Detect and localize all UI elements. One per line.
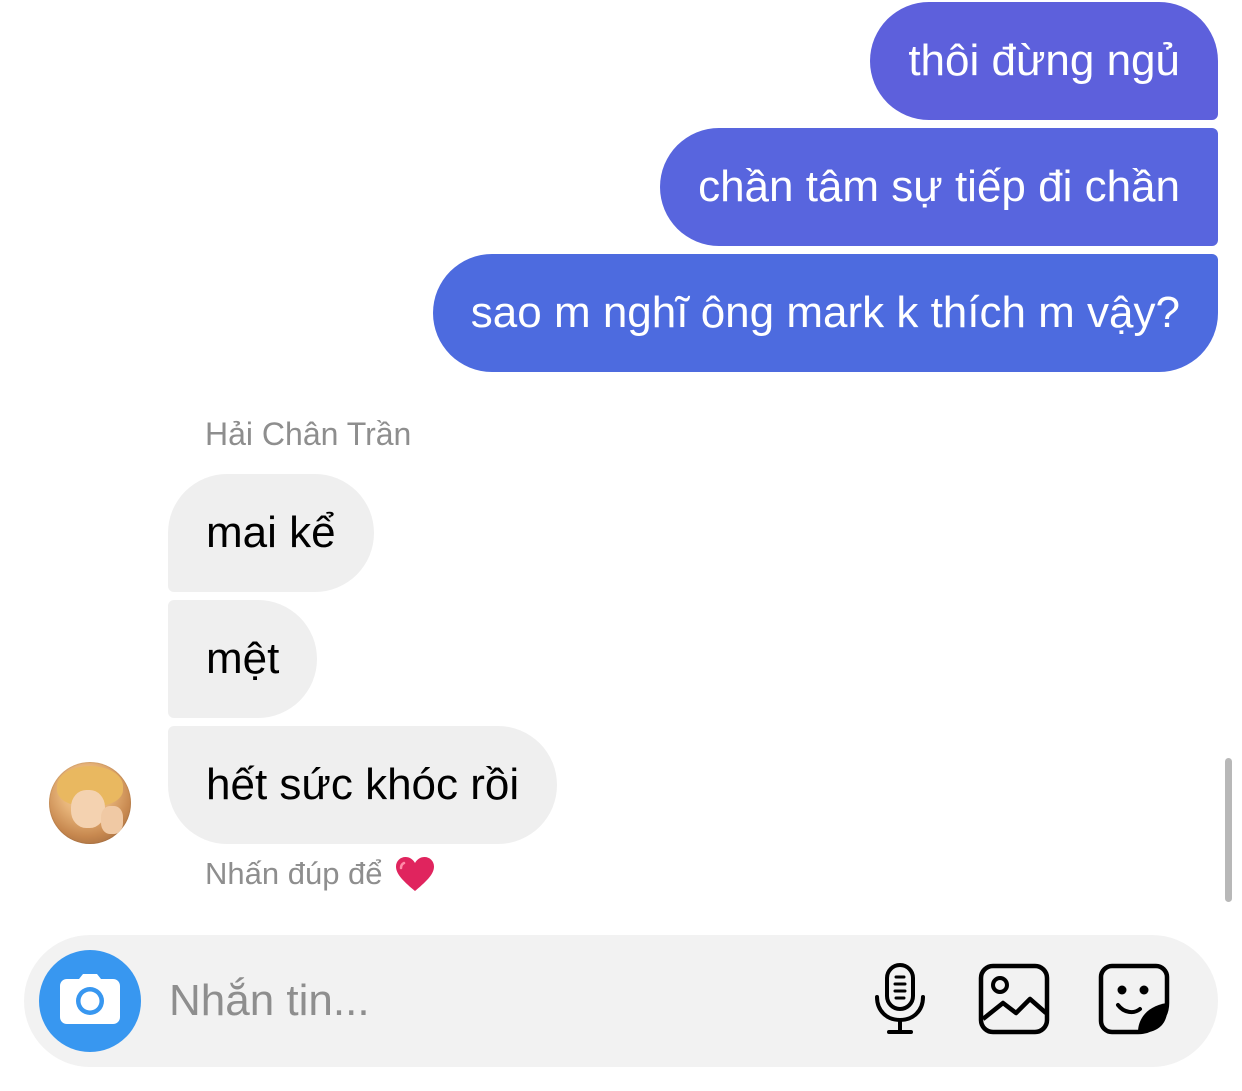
red-heart-icon: [395, 856, 435, 892]
double-tap-react-hint: Nhấn đúp để: [205, 856, 435, 892]
image-gallery-icon: [978, 963, 1050, 1040]
message-text: mệt: [206, 634, 280, 683]
incoming-message[interactable]: hết sức khóc rồi: [168, 726, 558, 844]
sticker-icon: [1098, 963, 1170, 1040]
react-hint-text: Nhấn đúp để: [205, 856, 383, 891]
incoming-message[interactable]: mệt: [168, 600, 318, 718]
chat-screen: thôi đừng ngủ chần tâm sự tiếp đi chần s…: [0, 0, 1242, 1091]
camera-button[interactable]: [39, 950, 141, 1052]
message-text: hết sức khóc rồi: [206, 760, 520, 809]
scrollbar[interactable]: [1225, 758, 1232, 902]
voice-message-button[interactable]: [862, 962, 938, 1040]
microphone-icon: [872, 962, 928, 1040]
message-text: thôi đừng ngủ: [908, 36, 1180, 85]
message-text: chần tâm sự tiếp đi chần: [698, 162, 1180, 211]
gallery-button[interactable]: [976, 963, 1052, 1039]
avatar-hand: [101, 806, 123, 834]
avatar-face: [71, 790, 105, 828]
message-input[interactable]: [169, 965, 829, 1037]
sticker-button[interactable]: [1096, 963, 1172, 1039]
message-text: mai kể: [206, 508, 336, 557]
message-composer: [24, 935, 1218, 1067]
incoming-message[interactable]: mai kể: [168, 474, 374, 592]
outgoing-message[interactable]: sao m nghĩ ông mark k thích m vậy?: [432, 254, 1218, 372]
sender-name: Hải Chân Trần: [205, 416, 412, 452]
message-text: sao m nghĩ ông mark k thích m vậy?: [470, 288, 1180, 337]
outgoing-message[interactable]: thôi đừng ngủ: [870, 2, 1218, 120]
camera-icon: [59, 973, 121, 1030]
outgoing-message[interactable]: chần tâm sự tiếp đi chần: [660, 128, 1218, 246]
sender-avatar[interactable]: [49, 762, 131, 844]
